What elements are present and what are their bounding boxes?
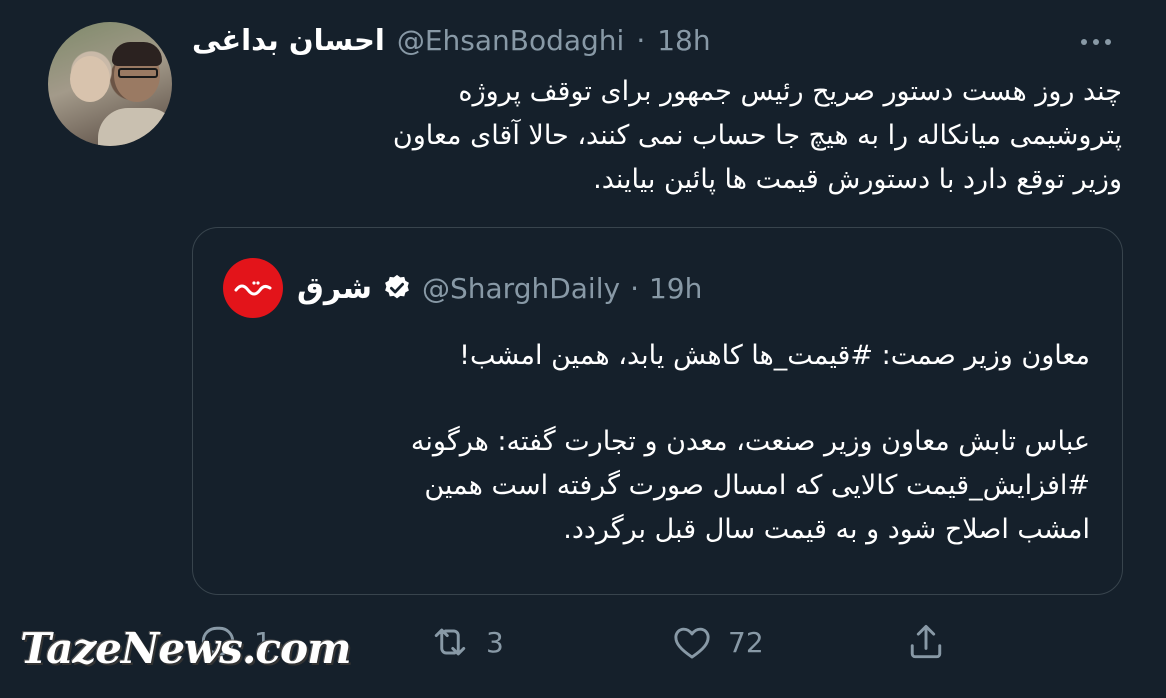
tweet-text-line: پتروشیمی میانکاله را به هیچ جا حساب نمی … — [392, 120, 1122, 151]
author-handle[interactable]: @EhsanBodaghi — [397, 24, 625, 57]
quoted-separator: · — [630, 271, 639, 305]
quoted-timestamp[interactable]: 19h — [649, 272, 702, 305]
avatar[interactable] — [48, 22, 172, 146]
tweet-text-line: وزیر توقع دارد با دستورش قیمت ها پائین ب… — [593, 164, 1122, 195]
retweet-button[interactable]: 3 — [428, 612, 504, 672]
tweet-timestamp[interactable]: 18h — [657, 24, 710, 57]
verified-icon — [385, 274, 409, 299]
quoted-display-name[interactable]: شرق — [297, 271, 372, 306]
quoted-text-line: عباس تابش معاون وزیر صنعت، معدن و تجارت … — [410, 426, 1090, 457]
quoted-avatar[interactable] — [223, 258, 283, 318]
like-icon — [674, 627, 710, 659]
retweet-count: 3 — [486, 625, 504, 659]
retweet-icon — [434, 628, 466, 656]
more-icon[interactable] — [1074, 30, 1118, 54]
quoted-text-line: #افزایش_قیمت کالایی که امسال صورت گرفته … — [424, 470, 1090, 501]
share-icon — [910, 624, 942, 659]
tweet-text: چند روز هست دستور صریح رئیس جمهور برای ت… — [200, 70, 1122, 202]
share-button[interactable] — [904, 612, 948, 672]
tweet-text-line: چند روز هست دستور صریح رئیس جمهور برای ت… — [458, 76, 1122, 107]
like-button[interactable]: 72 — [670, 612, 764, 672]
tweet[interactable]: احسان بداغی @EhsanBodaghi · 18h چند روز … — [0, 0, 1166, 698]
quoted-header: شرق @SharghDaily · 19h — [297, 266, 702, 310]
like-count: 72 — [728, 625, 764, 659]
header-separator: · — [636, 23, 646, 57]
shargh-logo-icon — [234, 281, 272, 296]
tweet-header: احسان بداغی @EhsanBodaghi · 18h — [192, 20, 711, 60]
watermark: TazeNews.com — [20, 624, 352, 673]
quoted-text: معاون وزیر صمت: #قیمت_ها کاهش یابد، همین… — [243, 334, 1090, 552]
quoted-text-line: امشب اصلاح شود و به قیمت سال قبل برگردد. — [563, 514, 1090, 545]
quoted-tweet[interactable]: شرق @SharghDaily · 19h معاون وزیر صمت: #… — [192, 227, 1123, 595]
author-display-name[interactable]: احسان بداغی — [192, 23, 385, 57]
quoted-text-line: معاون وزیر صمت: #قیمت_ها کاهش یابد، همین… — [459, 340, 1090, 371]
quoted-handle[interactable]: @SharghDaily — [422, 272, 620, 305]
